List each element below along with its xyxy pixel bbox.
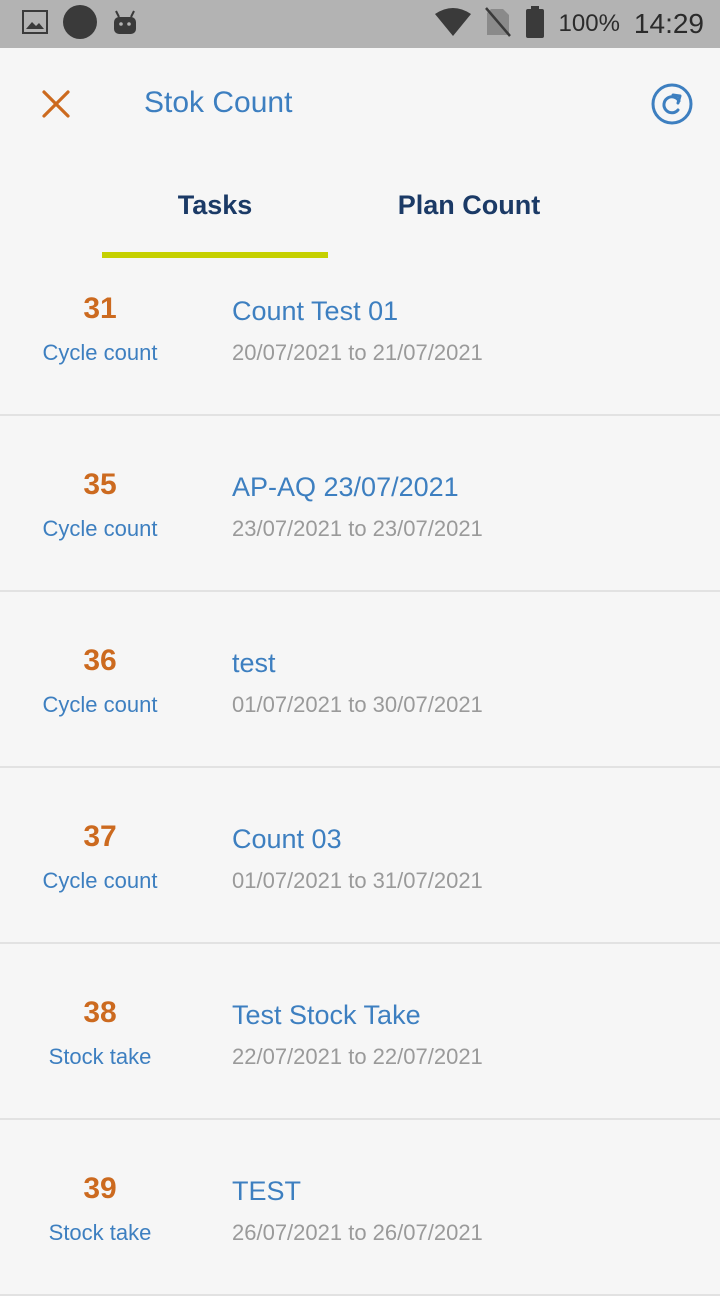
task-dates: 01/07/2021 to 30/07/2021 bbox=[232, 692, 483, 717]
task-type: Stock take bbox=[48, 1220, 152, 1245]
task-row[interactable]: 37 Cycle count Count 03 01/07/2021 to 31… bbox=[0, 768, 720, 944]
task-id: 35 bbox=[83, 468, 117, 501]
task-row[interactable]: 38 Stock take Test Stock Take 22/07/2021… bbox=[0, 944, 720, 1120]
refresh-button[interactable] bbox=[650, 82, 694, 126]
task-row[interactable]: 36 Cycle count test 01/07/2021 to 30/07/… bbox=[0, 592, 720, 768]
close-icon bbox=[42, 90, 70, 118]
task-id: 37 bbox=[83, 820, 117, 853]
task-list: 31 Cycle count Count Test 01 20/07/2021 … bbox=[0, 260, 720, 1296]
image-icon bbox=[22, 9, 48, 39]
tab-indicator bbox=[102, 252, 328, 258]
task-dates: 23/07/2021 to 23/07/2021 bbox=[232, 516, 483, 541]
status-bar-left bbox=[22, 4, 138, 41]
task-row[interactable]: 39 Stock take TEST 26/07/2021 to 26/07/2… bbox=[0, 1120, 720, 1296]
close-button[interactable] bbox=[36, 84, 76, 124]
refresh-icon bbox=[651, 83, 693, 125]
task-name: Test Stock Take bbox=[232, 1000, 421, 1030]
task-name: AP-AQ 23/07/2021 bbox=[232, 472, 459, 502]
task-type: Cycle count bbox=[42, 516, 158, 541]
task-id: 38 bbox=[83, 996, 117, 1029]
task-type: Cycle count bbox=[42, 340, 158, 365]
clock: 14:29 bbox=[633, 8, 704, 39]
task-type: Cycle count bbox=[42, 868, 158, 893]
task-name: Count 03 bbox=[232, 824, 342, 854]
task-id: 36 bbox=[83, 644, 117, 677]
task-name: Count Test 01 bbox=[232, 296, 399, 326]
app-bar: Stok Count bbox=[0, 48, 720, 160]
battery-percent: 100% bbox=[558, 10, 620, 37]
tab-plan-count[interactable]: Plan Count bbox=[356, 190, 582, 221]
task-row[interactable]: 31 Cycle count Count Test 01 20/07/2021 … bbox=[0, 260, 720, 416]
wifi-icon bbox=[434, 7, 471, 41]
android-icon bbox=[112, 8, 138, 41]
page-title: Stok Count bbox=[144, 86, 293, 119]
circle-icon bbox=[62, 4, 98, 45]
battery-icon bbox=[525, 5, 545, 43]
task-name: TEST bbox=[232, 1176, 302, 1206]
task-dates: 01/07/2021 to 31/07/2021 bbox=[232, 868, 483, 893]
status-bar: 100% 14:29 bbox=[0, 0, 720, 48]
task-id: 39 bbox=[83, 1172, 117, 1205]
task-type: Cycle count bbox=[42, 692, 158, 717]
task-name: test bbox=[232, 648, 276, 678]
tab-tasks[interactable]: Tasks bbox=[102, 190, 328, 221]
task-dates: 26/07/2021 to 26/07/2021 bbox=[232, 1220, 483, 1245]
task-dates: 20/07/2021 to 21/07/2021 bbox=[232, 340, 483, 365]
no-sim-icon bbox=[484, 6, 511, 42]
task-dates: 22/07/2021 to 22/07/2021 bbox=[232, 1044, 483, 1069]
task-id: 31 bbox=[83, 292, 117, 325]
task-row[interactable]: 35 Cycle count AP-AQ 23/07/2021 23/07/20… bbox=[0, 416, 720, 592]
task-type: Stock take bbox=[48, 1044, 152, 1069]
tab-bar: Tasks Plan Count bbox=[0, 160, 720, 260]
status-bar-right: 100% 14:29 bbox=[434, 0, 704, 48]
